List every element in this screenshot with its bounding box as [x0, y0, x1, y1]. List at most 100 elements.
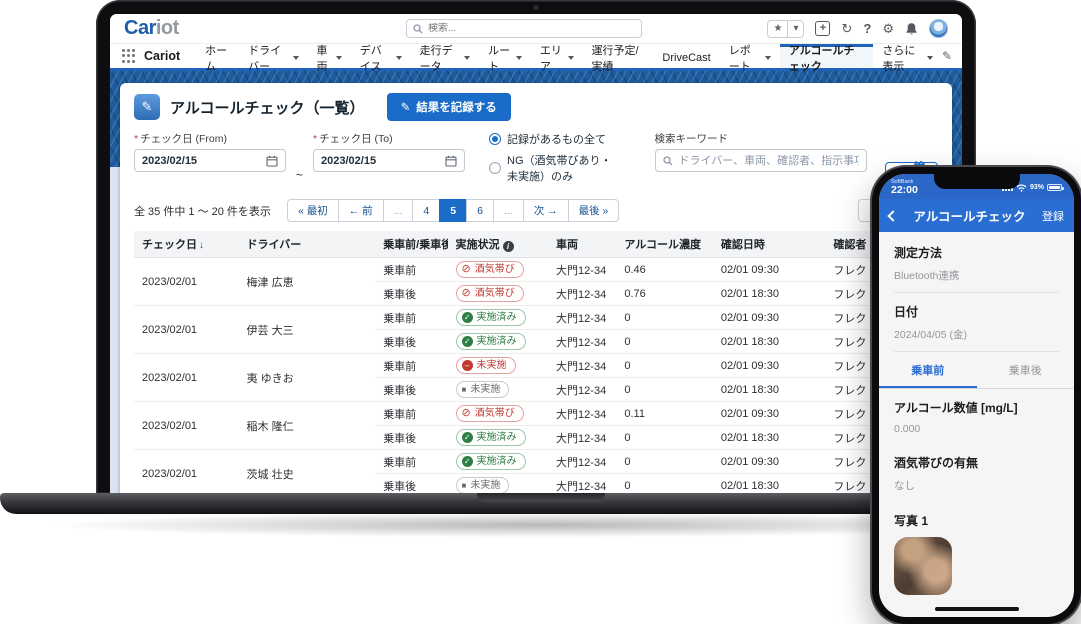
required-asterisk: * — [313, 133, 317, 145]
guidance-refresh-icon[interactable]: ↻ — [841, 22, 852, 35]
pagination-prev-button[interactable]: ← 前 — [338, 199, 384, 222]
calendar-icon[interactable] — [266, 155, 278, 167]
add-icon[interactable]: + — [815, 21, 830, 36]
alcohol-check-table: チェック日↓ドライバー乗車前/乗車後実施状況i車両アルコール濃度確認日時確認者 … — [134, 231, 938, 494]
favorites-control[interactable]: ★ ▾ — [767, 20, 804, 38]
status-pill: ✓実施済み — [456, 429, 526, 446]
column-header-label: 確認日時 — [721, 239, 765, 251]
app-launcher-waffle-icon[interactable] — [122, 49, 135, 63]
nav-tab-label: レポート — [729, 42, 760, 74]
pagination-first-button[interactable]: « 最初 — [287, 199, 339, 222]
nav-tab-report[interactable]: レポート — [720, 44, 780, 68]
pagination-page-6-button[interactable]: 6 — [466, 199, 494, 222]
column-header[interactable]: チェック日↓ — [134, 231, 239, 258]
register-button[interactable]: 登録 — [1042, 208, 1064, 224]
chevron-down-icon — [568, 56, 574, 60]
date-to-input-box[interactable] — [313, 149, 465, 172]
nav-tab-route[interactable]: ルート — [479, 44, 531, 68]
nav-tab-label: エリア — [540, 42, 563, 74]
favorites-star-icon[interactable]: ★ — [768, 21, 787, 37]
user-avatar[interactable] — [929, 19, 948, 38]
check-photo-thumbnail[interactable] — [894, 537, 952, 595]
nav-tab-alcohol-check[interactable]: アルコールチェック — [780, 44, 874, 68]
field-label: 写真 1 — [894, 512, 1059, 529]
keyword-label: 検索キーワード — [655, 131, 867, 146]
nav-tab-area[interactable]: エリア — [531, 44, 583, 68]
pagination-page-4-button[interactable]: 4 — [412, 199, 440, 222]
home-indicator[interactable] — [935, 607, 1019, 611]
global-search[interactable] — [406, 19, 642, 38]
date-from-input[interactable] — [142, 155, 260, 167]
column-header[interactable]: アルコール濃度 — [616, 231, 712, 258]
record-result-button[interactable]: ✎ 結果を記録する — [387, 93, 511, 121]
check-circle-icon: ✓ — [462, 456, 473, 467]
column-header[interactable]: 車両 — [548, 231, 616, 258]
field-label: アルコール数値 [mg/L] — [894, 399, 1059, 416]
table-row[interactable]: 2023/02/01伊芸 大三乗車前✓実施済み大門12-34002/01 09:… — [134, 306, 938, 330]
radio-ng-only[interactable]: NG（酒気帯びあり・未実施）のみ — [489, 152, 618, 184]
pagination-last-button[interactable]: 最後 » — [568, 199, 620, 222]
keyword-input-box[interactable] — [655, 149, 867, 172]
keyword-input[interactable] — [679, 155, 859, 167]
cell-vehicle: 大門12-34 — [548, 426, 616, 450]
help-icon[interactable]: ? — [863, 22, 871, 35]
info-icon[interactable]: i — [503, 241, 514, 252]
radio-selected-icon[interactable] — [489, 133, 501, 145]
status-label: 酒気帯び — [475, 263, 515, 277]
pagination-ellipsis-left-button[interactable]: ... — [383, 199, 414, 222]
table-row[interactable]: 2023/02/01梅津 広恵乗車前⊘酒気帯び大門12-340.4602/01 … — [134, 258, 938, 282]
filter-bar: *チェック日 (From) ~ *チェック日 (To) — [134, 131, 938, 187]
wifi-icon — [1016, 184, 1027, 192]
date-range-tilde: ~ — [296, 168, 303, 182]
nav-tab-device[interactable]: デバイス — [351, 44, 411, 68]
pagination-ellipsis-right-button[interactable]: ... — [493, 199, 524, 222]
notifications-bell-icon[interactable] — [905, 22, 918, 36]
calendar-icon[interactable] — [445, 155, 457, 167]
pagination-next-button[interactable]: 次 → — [523, 199, 569, 222]
date-from-input-box[interactable] — [134, 149, 286, 172]
column-header-label: 車両 — [556, 239, 578, 251]
status-label: 酒気帯び — [475, 407, 515, 421]
nav-tab-driver[interactable]: ドライバー — [239, 44, 307, 68]
cell-check-date: 2023/02/01 — [134, 354, 239, 402]
chevron-down-icon — [336, 56, 342, 60]
cell-status: ⊘酒気帯び — [448, 282, 549, 306]
nav-tab-home[interactable]: ホーム — [196, 44, 239, 68]
drunk-state-field: 酒気帯びの有無 なし — [894, 444, 1059, 502]
pagination-page-5-button[interactable]: 5 — [439, 199, 467, 222]
column-header[interactable]: ドライバー — [239, 231, 376, 258]
record-result-label: 結果を記録する — [416, 99, 497, 115]
nav-tab-schedule[interactable]: 運行予定/実績 — [583, 44, 654, 68]
cell-ride-timing: 乗車前 — [375, 402, 447, 426]
table-row[interactable]: 2023/02/01稲木 隆仁乗車前⊘酒気帯び大門12-340.1102/01 … — [134, 402, 938, 426]
nav-tab-label: 車両 — [317, 42, 331, 74]
table-row[interactable]: 2023/02/01茨城 壮史乗車前✓実施済み大門12-34002/01 09:… — [134, 450, 938, 474]
laptop-frame: Cariot ★ ▾ + ↻ ? ⚙ — [96, 0, 976, 494]
global-search-input[interactable] — [428, 23, 635, 34]
table-row[interactable]: 2023/02/01夷 ゆきお乗車前–未実施大門12-34002/01 09:3… — [134, 354, 938, 378]
nav-tab-drive-data[interactable]: 走行データ — [411, 44, 480, 68]
nav-tab-vehicle[interactable]: 車両 — [308, 44, 351, 68]
favorites-caret-icon[interactable]: ▾ — [787, 21, 803, 37]
field-value: 2024/04/05 (金) — [894, 327, 1059, 342]
nav-tab-more[interactable]: さらに表示 — [873, 44, 942, 68]
column-header[interactable]: 確認日時 — [713, 231, 826, 258]
tab-after-ride[interactable]: 乗車後 — [977, 352, 1075, 388]
radio-all-records[interactable]: 記録があるもの全て — [489, 131, 618, 147]
cell-vehicle: 大門12-34 — [548, 354, 616, 378]
date-to-input[interactable] — [321, 155, 439, 167]
cell-alcohol-level: 0 — [616, 306, 712, 330]
app-name[interactable]: Cariot — [144, 49, 180, 63]
photo-field: 写真 1 — [894, 502, 1059, 604]
radio-unselected-icon[interactable] — [489, 162, 501, 174]
column-header[interactable]: 乗車前/乗車後 — [375, 231, 447, 258]
setup-gear-icon[interactable]: ⚙ — [882, 22, 894, 35]
column-header[interactable]: 実施状況i — [448, 231, 549, 258]
nav-tab-drivecast[interactable]: DriveCast — [653, 44, 719, 68]
tab-before-ride[interactable]: 乗車前 — [879, 352, 977, 388]
edit-pencil-icon[interactable]: ✎ — [942, 49, 952, 63]
column-header-label: 乗車前/乗車後 — [383, 239, 447, 251]
ride-timing-tabs: 乗車前 乗車後 — [879, 352, 1074, 389]
square-icon: ■ — [462, 480, 467, 491]
date-to-label: *チェック日 (To) — [313, 131, 465, 146]
